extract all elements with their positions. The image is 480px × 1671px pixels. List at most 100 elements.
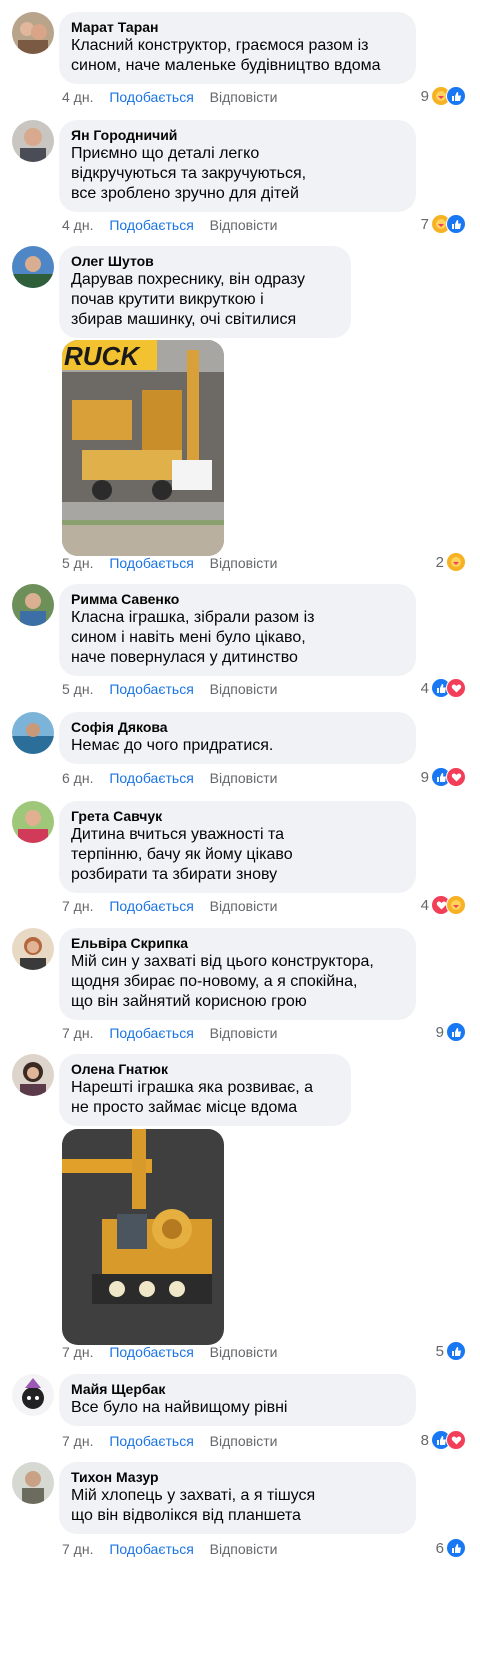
comment-author[interactable]: Грета Савчук xyxy=(71,808,404,825)
reaction-count: 4 xyxy=(420,679,429,697)
like-button[interactable]: Подобається xyxy=(109,1344,193,1360)
reply-button[interactable]: Відповісти xyxy=(210,898,278,914)
reply-button[interactable]: Відповісти xyxy=(210,770,278,786)
reaction-count: 7 xyxy=(420,215,429,233)
comment-time[interactable]: 7 дн. xyxy=(62,1025,93,1041)
comment-author[interactable]: Майя Щербак xyxy=(71,1381,404,1398)
reactions[interactable]: 9 xyxy=(421,86,466,106)
reactions[interactable]: 4 xyxy=(421,678,466,698)
like-button[interactable]: Подобається xyxy=(109,555,193,571)
reactions[interactable]: 8 xyxy=(421,1430,466,1450)
like-reaction-icon xyxy=(446,1022,466,1042)
like-reaction-icon xyxy=(446,214,466,234)
avatar[interactable] xyxy=(12,1374,54,1416)
comment-time[interactable]: 5 дн. xyxy=(62,681,93,697)
reactions[interactable]: 9 xyxy=(436,1022,466,1042)
comment-bubble: Майя Щербак Все було на найвищому рівні xyxy=(59,1374,416,1426)
avatar[interactable] xyxy=(12,12,54,54)
comment-time[interactable]: 4 дн. xyxy=(62,89,93,105)
avatar[interactable] xyxy=(12,584,54,626)
comment-meta: 4 дн. Подобається Відповісти xyxy=(62,216,289,234)
like-button[interactable]: Подобається xyxy=(109,1541,193,1557)
comment-text: Приємно що деталі легко відкручуються та… xyxy=(71,145,307,202)
reply-button[interactable]: Відповісти xyxy=(210,89,278,105)
comment-text: Дарував похреснику, він одразу почав кру… xyxy=(71,271,306,328)
reply-button[interactable]: Відповісти xyxy=(210,1541,278,1557)
avatar[interactable] xyxy=(12,120,54,162)
comment-time[interactable]: 4 дн. xyxy=(62,217,93,233)
comment-photo[interactable] xyxy=(62,1129,224,1345)
avatar[interactable] xyxy=(12,712,54,754)
comment-time[interactable]: 5 дн. xyxy=(62,555,93,571)
reactions[interactable]: 5 xyxy=(436,1341,466,1361)
comment-text: Класний конструктор, граємося разом із с… xyxy=(71,37,381,74)
comment-photo[interactable]: RUCK xyxy=(62,340,224,556)
photo-box-text: RUCK xyxy=(64,341,140,371)
comment-text: Дитина вчиться уважності та терпінню, ба… xyxy=(71,826,293,883)
care-reaction-icon xyxy=(446,552,466,572)
like-button[interactable]: Подобається xyxy=(109,681,193,697)
reaction-count: 4 xyxy=(420,896,429,914)
like-button[interactable]: Подобається xyxy=(109,898,193,914)
comment-author[interactable]: Ельвіра Скрипка xyxy=(71,935,404,952)
reaction-count: 2 xyxy=(435,553,444,571)
comment-time[interactable]: 7 дн. xyxy=(62,1541,93,1557)
care-reaction-icon xyxy=(446,895,466,915)
reaction-count: 9 xyxy=(420,768,429,786)
comment-bubble: Олена Гнатюк Нарешті іграшка яка розвива… xyxy=(59,1054,351,1126)
reply-button[interactable]: Відповісти xyxy=(210,1025,278,1041)
comment-meta: 7 дн. Подобається Відповісти xyxy=(62,1343,289,1361)
reply-button[interactable]: Відповісти xyxy=(210,1344,278,1360)
avatar[interactable] xyxy=(12,1462,54,1504)
reaction-count: 9 xyxy=(420,87,429,105)
love-reaction-icon xyxy=(446,678,466,698)
like-button[interactable]: Подобається xyxy=(109,1025,193,1041)
reactions[interactable]: 6 xyxy=(436,1538,466,1558)
reply-button[interactable]: Відповісти xyxy=(210,681,278,697)
reaction-count: 5 xyxy=(435,1342,444,1360)
comment-author[interactable]: Ян Городничий xyxy=(71,127,404,144)
love-reaction-icon xyxy=(446,767,466,787)
reaction-count: 8 xyxy=(420,1431,429,1449)
reactions[interactable]: 9 xyxy=(421,767,466,787)
avatar[interactable] xyxy=(12,801,54,843)
like-button[interactable]: Подобається xyxy=(109,217,193,233)
comment-time[interactable]: 7 дн. xyxy=(62,898,93,914)
like-button[interactable]: Подобається xyxy=(109,1433,193,1449)
comment-bubble: Марат Таран Класний конструктор, граємос… xyxy=(59,12,416,84)
comment-text: Класна іграшка, зібрали разом із сином і… xyxy=(71,609,315,666)
comment-text: Мій син у захваті від цього конструктора… xyxy=(71,953,374,1010)
comment-meta: 7 дн. Подобається Відповісти xyxy=(62,1024,289,1042)
comment-author[interactable]: Олена Гнатюк xyxy=(71,1061,339,1078)
comment-author[interactable]: Римма Савенко xyxy=(71,591,404,608)
like-reaction-icon xyxy=(446,1538,466,1558)
avatar[interactable] xyxy=(12,928,54,970)
comment-author[interactable]: Софія Дякова xyxy=(71,719,404,736)
reactions[interactable]: 7 xyxy=(421,214,466,234)
reply-button[interactable]: Відповісти xyxy=(210,217,278,233)
reaction-count: 6 xyxy=(435,1539,444,1557)
comment-bubble: Ельвіра Скрипка Мій син у захваті від ць… xyxy=(59,928,416,1020)
comment-meta: 7 дн. Подобається Відповісти xyxy=(62,1432,289,1450)
comment-author[interactable]: Марат Таран xyxy=(71,19,404,36)
love-reaction-icon xyxy=(446,1430,466,1450)
comment-meta: 7 дн. Подобається Відповісти xyxy=(62,897,289,915)
reactions[interactable]: 2 xyxy=(436,552,466,572)
comment-time[interactable]: 7 дн. xyxy=(62,1433,93,1449)
reactions[interactable]: 4 xyxy=(421,895,466,915)
comment-author[interactable]: Тихон Мазур xyxy=(71,1469,404,1486)
like-button[interactable]: Подобається xyxy=(109,89,193,105)
avatar[interactable] xyxy=(12,246,54,288)
reply-button[interactable]: Відповісти xyxy=(210,555,278,571)
comment-meta: 5 дн. Подобається Відповісти xyxy=(62,554,289,572)
comment-author[interactable]: Олег Шутов xyxy=(71,253,339,270)
comment-bubble: Софія Дякова Немає до чого придратися. xyxy=(59,712,416,764)
reply-button[interactable]: Відповісти xyxy=(210,1433,278,1449)
like-button[interactable]: Подобається xyxy=(109,770,193,786)
comment-time[interactable]: 7 дн. xyxy=(62,1344,93,1360)
comment-time[interactable]: 6 дн. xyxy=(62,770,93,786)
comment-bubble: Олег Шутов Дарував похреснику, він одраз… xyxy=(59,246,351,338)
avatar[interactable] xyxy=(12,1054,54,1096)
comment-text: Нарешті іграшка яка розвиває, а не прост… xyxy=(71,1079,314,1116)
comment-bubble: Ян Городничий Приємно що деталі легко ві… xyxy=(59,120,416,212)
